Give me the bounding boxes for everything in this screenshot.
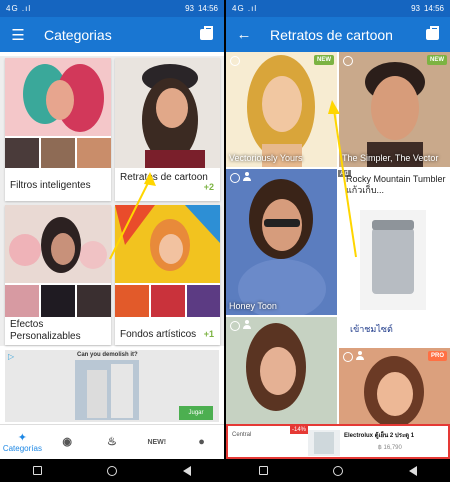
app-bar: ☰ Categorias (0, 17, 224, 52)
tutorial-arrow (109, 172, 156, 260)
category-label: Filtros inteligentes (10, 180, 91, 191)
new-items-count: +2 (203, 182, 214, 192)
style-icon (343, 56, 353, 66)
nav-ghost[interactable]: ◉ (45, 425, 90, 459)
portrait-tile[interactable]: Honey Toon (226, 169, 337, 315)
new-badge: NEW (314, 55, 334, 65)
status-bar: 4G .ıl 93 14:56 (0, 0, 224, 17)
portrait-tile[interactable] (226, 317, 337, 424)
portrait-image (226, 317, 337, 424)
ad-logo: Central (232, 432, 252, 438)
back-button[interactable] (183, 465, 192, 476)
person-icon: ● (198, 436, 205, 448)
home-button[interactable] (333, 465, 344, 476)
ad-product-title: Electrolux ตู้เย็น 2 ประตู 1 (344, 433, 415, 439)
nav-categories[interactable]: ✦ Categorías (0, 425, 45, 459)
category-label: Fondos artísticos (120, 329, 197, 340)
style-icon (230, 56, 240, 66)
nav-label: NEW! (147, 438, 167, 446)
person-icon (243, 172, 251, 181)
style-icon (230, 173, 240, 183)
recent-apps-button[interactable] (258, 466, 268, 475)
new-badge: NEW (427, 55, 447, 65)
style-icon (230, 321, 240, 331)
ad-play-button[interactable]: Jugar (179, 406, 213, 420)
category-image (115, 58, 220, 168)
page-title: Categorias (44, 26, 112, 43)
ad-question: Can you demolish it? (77, 352, 138, 358)
tutorial-arrow (328, 100, 357, 258)
new-items-count: +1 (203, 329, 214, 339)
signal-indicator: 4G .ıl (6, 4, 32, 13)
page-title: Retratos de cartoon (270, 26, 393, 43)
system-navigation (226, 459, 450, 482)
categories-screen: 4G .ıl 93 14:56 ☰ Categorias Filtros int… (0, 0, 224, 482)
ad-banner[interactable]: ▷ Can you demolish it? Jugar (5, 350, 219, 422)
portrait-tile[interactable]: NEW Vectoriously Yours (226, 52, 337, 167)
discount-badge: -14% (290, 426, 309, 434)
ad-info-icon[interactable]: ▷ (8, 352, 14, 361)
ad-product-image (308, 430, 340, 456)
category-label: Efectos Personalizables (10, 319, 81, 342)
portrait-caption: Vectoriously Yours (229, 153, 303, 163)
store-button[interactable] (424, 26, 440, 43)
fire-icon: ♨ (107, 436, 117, 448)
ad-visit-site[interactable]: เข้าชมไซต์ (350, 322, 393, 336)
home-button[interactable] (107, 465, 118, 476)
category-card-smart-filters[interactable]: Filtros inteligentes (5, 58, 111, 201)
battery-level: 93 (411, 4, 420, 13)
category-image (5, 205, 111, 317)
category-grid: Filtros inteligentes Retratos de cartoon… (0, 56, 224, 346)
ad-image (75, 360, 139, 420)
ad-product-image (360, 210, 426, 310)
battery-level: 93 (185, 4, 194, 13)
system-navigation (0, 459, 224, 482)
portrait-grid: NEW Vectoriously Yours NEW The Simpler, … (226, 52, 450, 424)
category-card-custom-effects[interactable]: Efectos Personalizables (5, 205, 111, 345)
back-button[interactable] (409, 465, 418, 476)
store-button[interactable] (198, 26, 214, 43)
pro-badge: PRO (427, 351, 447, 361)
portrait-caption: Honey Toon (229, 301, 277, 311)
signal-indicator: 4G .ıl (232, 4, 258, 13)
cartoon-portraits-screen: 4G .ıl 93 14:56 ← Retratos de cartoon NE… (226, 0, 450, 482)
bottom-navigation: ✦ Categorías ◉ ♨ NEW! ● (0, 424, 224, 459)
recent-apps-button[interactable] (32, 466, 42, 475)
person-icon (356, 351, 364, 360)
nav-new[interactable]: NEW! (134, 425, 179, 459)
app-bar: ← Retratos de cartoon (226, 17, 450, 52)
shopping-bag-icon (199, 26, 213, 40)
style-icon (343, 352, 353, 362)
nav-profile[interactable]: ● (179, 425, 224, 459)
bottom-ad-banner[interactable]: Central -14% Electrolux ตู้เย็น 2 ประตู … (226, 424, 450, 459)
nav-trending[interactable]: ♨ (90, 425, 135, 459)
status-bar: 4G .ıl 93 14:56 (226, 0, 450, 17)
clock: 14:56 (197, 4, 218, 13)
shopping-bag-icon (425, 26, 439, 40)
clock: 14:56 (423, 4, 444, 13)
ghost-icon: ◉ (62, 436, 72, 448)
portrait-tile[interactable]: PRO (339, 348, 450, 424)
nav-label: Categorías (2, 443, 42, 453)
person-icon (243, 320, 251, 329)
menu-icon[interactable]: ☰ (10, 27, 26, 44)
portrait-image (226, 52, 337, 167)
magic-wand-icon: ✦ (17, 431, 27, 444)
back-arrow-icon[interactable]: ← (236, 26, 252, 43)
category-image (5, 58, 111, 168)
ad-price: ฿ 16,790 (378, 445, 402, 451)
portrait-image (226, 169, 337, 315)
